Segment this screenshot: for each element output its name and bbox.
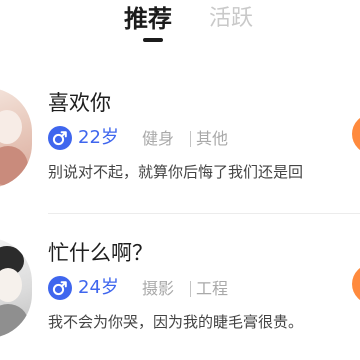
male-symbol-icon [48, 126, 72, 150]
top-tabs: 推荐 活跃 [0, 0, 360, 50]
avatar-face [0, 268, 22, 302]
avatar[interactable] [0, 238, 32, 338]
user-card[interactable]: 喜欢你 22岁 健身 其他 别说对不起，就算你后悔了我们还是回 [0, 80, 360, 210]
user-card[interactable]: 忙什么啊？ 24岁 摄影 工程 我不会为你哭，因为我的睫毛膏很贵。 [0, 230, 360, 360]
discover-page: 推荐 活跃 喜欢你 22岁 健身 其他 别说对不起，就算你后悔了我们还是回 忙什… [0, 0, 360, 360]
user-nickname: 喜欢你 [48, 91, 111, 115]
greet-button[interactable] [352, 264, 360, 304]
user-nickname: 忙什么啊？ [48, 241, 153, 265]
interest-tag: 其他 [196, 129, 229, 148]
greet-button[interactable] [352, 114, 360, 154]
tag-divider [190, 281, 191, 297]
avatar-body [0, 304, 28, 338]
interest-tag: 工程 [196, 279, 229, 298]
user-age: 24岁 [78, 277, 119, 298]
interest-tag: 健身 [142, 129, 175, 148]
card-divider [48, 213, 360, 214]
tab-active-users[interactable]: 活跃 [209, 4, 253, 34]
interest-tag: 摄影 [142, 279, 175, 298]
user-bio: 别说对不起，就算你后悔了我们还是回 [48, 163, 304, 181]
user-bio: 我不会为你哭，因为我的睫毛膏很贵。 [48, 313, 304, 331]
avatar[interactable] [0, 88, 32, 188]
avatar-body [0, 146, 28, 186]
male-symbol-icon [48, 276, 72, 300]
user-age: 22岁 [78, 127, 119, 148]
tab-recommended[interactable]: 推荐 [124, 4, 172, 34]
tag-divider [190, 131, 191, 147]
active-tab-indicator [143, 38, 163, 42]
avatar-face [0, 110, 22, 144]
